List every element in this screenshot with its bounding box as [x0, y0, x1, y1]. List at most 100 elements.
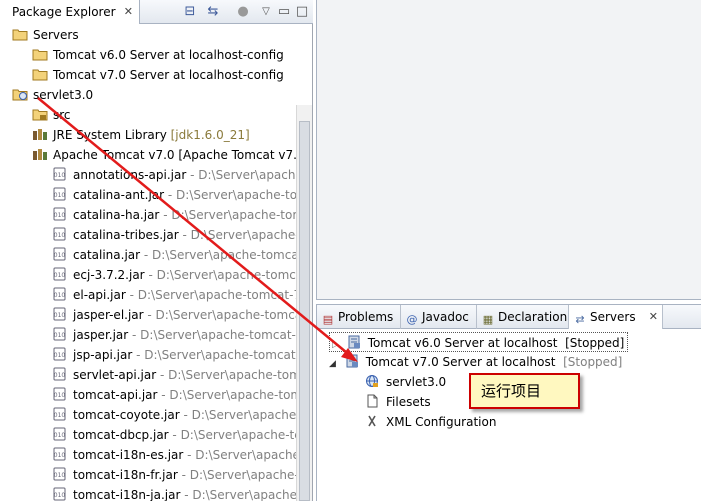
problems-icon: ▤: [322, 313, 334, 326]
tree-item[interactable]: Tomcat v7.0 Server at localhost-config: [32, 65, 284, 85]
server-status: [Stopped]: [565, 336, 625, 350]
tree-item[interactable]: 010 ecj-3.7.2.jar - D:\Server\apache-tomc…: [52, 265, 296, 285]
folder-icon: [32, 47, 48, 61]
package-explorer-tree: Servers Tomcat v6.0 Server at localhost-c…: [0, 25, 296, 501]
tab-declaration[interactable]: ▦ Declaration: [477, 305, 569, 329]
tree-item-detail: - D:\Server\apache-tomca: [143, 308, 296, 322]
tree-item[interactable]: 010 jsp-api.jar - D:\Server\apache-tomcat…: [52, 345, 296, 365]
svg-text:010: 010: [54, 452, 66, 459]
tree-item-label: catalina-ha.jar: [73, 208, 160, 222]
server-child-xml-configuration[interactable]: XML Configuration: [365, 412, 496, 432]
view-menu-icon[interactable]: ▽: [258, 4, 274, 20]
tree-item[interactable]: 010 tomcat-i18n-ja.jar - D:\Server\apache…: [52, 485, 296, 501]
server-child-filesets[interactable]: Filesets: [365, 392, 431, 412]
tree-item-label: catalina-ant.jar: [73, 188, 165, 202]
tree-item[interactable]: 010 annotations-api.jar - D:\Server\apach…: [52, 165, 296, 185]
tree-item-label: JRE System Library: [53, 128, 167, 142]
expand-arrow-icon[interactable]: ▷: [332, 340, 339, 350]
tab-label: Problems: [338, 310, 394, 324]
tree-item-detail: - D:\Server\apache-tc: [168, 428, 296, 442]
link-with-editor-icon[interactable]: ⇆: [205, 4, 221, 20]
package-explorer-tab[interactable]: Package Explorer ✕: [0, 0, 140, 24]
servers-tree: ▷ Tomcat v6.0 Server at localhost [Stopp…: [317, 330, 701, 501]
tree-item[interactable]: 010 tomcat-coyote.jar - D:\Server\apache-: [52, 405, 296, 425]
tree-item[interactable]: servlet3.0: [12, 85, 93, 105]
jar-icon: 010: [52, 167, 68, 181]
tree-item[interactable]: JRE System Library [jdk1.6.0_21]: [32, 125, 250, 145]
tree-item[interactable]: src: [32, 105, 71, 125]
package-explorer-view: Package Explorer ✕ ⊟ ⇆ ● ▽ ▭ □ Servers To…: [0, 0, 313, 501]
package-explorer-tabbar: Package Explorer ✕ ⊟ ⇆ ● ▽ ▭ □: [0, 0, 313, 24]
svg-text:010: 010: [54, 272, 66, 279]
tree-item[interactable]: 010 catalina-tribes.jar - D:\Server\apach…: [52, 225, 296, 245]
tree-item[interactable]: Servers: [12, 25, 79, 45]
tree-item[interactable]: 010 tomcat-i18n-fr.jar - D:\Server\apache…: [52, 465, 296, 485]
svg-text:010: 010: [54, 492, 66, 499]
svg-text:010: 010: [54, 172, 66, 179]
jar-icon: 010: [52, 427, 68, 441]
jar-icon: 010: [52, 327, 68, 341]
server-status: [Stopped]: [563, 355, 623, 369]
declaration-icon: ▦: [482, 313, 494, 326]
tree-item-label: tomcat-dbcp.jar: [73, 428, 169, 442]
tree-item[interactable]: Apache Tomcat v7.0 [Apache Tomcat v7.0: [32, 145, 296, 165]
tree-item-label: tomcat-i18n-fr.jar: [73, 468, 178, 482]
folder-icon: [32, 67, 48, 81]
collapse-all-icon[interactable]: ⊟: [182, 4, 198, 20]
tree-item[interactable]: Tomcat v6.0 Server at localhost-config: [32, 45, 284, 65]
tab-label: Servers: [590, 310, 636, 324]
jar-icon: 010: [52, 227, 68, 241]
web-module-icon: [365, 374, 381, 388]
vertical-scrollbar[interactable]: [296, 105, 312, 501]
tree-item[interactable]: 010 tomcat-api.jar - D:\Server\apache-tom: [52, 385, 296, 405]
servers-icon: ⇄: [575, 313, 585, 326]
tree-item-label: ecj-3.7.2.jar: [73, 268, 145, 282]
javadoc-icon: @: [406, 313, 418, 326]
scrollbar-thumb[interactable]: [299, 121, 310, 501]
views-tabbar: ▤ Problems @ Javadoc ▦ Declaration ⇄ Servers…: [317, 305, 701, 329]
tree-item[interactable]: 010 catalina-ha.jar - D:\Server\apache-to…: [52, 205, 296, 225]
child-label: XML Configuration: [386, 415, 497, 429]
tree-item[interactable]: 010 el-api.jar - D:\Server\apache-tomcat-…: [52, 285, 296, 305]
tree-item[interactable]: 010 tomcat-i18n-es.jar - D:\Server\apache…: [52, 445, 296, 465]
tree-item-detail: - D:\Server\apache-tomcat: [140, 248, 296, 262]
close-icon[interactable]: ✕: [649, 305, 658, 329]
tree-item-label: Servers: [33, 28, 79, 42]
tree-item[interactable]: 010 servlet-api.jar - D:\Server\apache-to…: [52, 365, 296, 385]
minimize-icon[interactable]: ▭: [276, 4, 292, 20]
jar-icon: 010: [52, 287, 68, 301]
svg-text:010: 010: [54, 192, 66, 199]
filter-icon[interactable]: ●: [235, 4, 251, 20]
tab-javadoc[interactable]: @ Javadoc: [401, 305, 477, 329]
tree-item[interactable]: 010 tomcat-dbcp.jar - D:\Server\apache-tc: [52, 425, 296, 445]
tab-servers[interactable]: ⇄ Servers ✕: [569, 305, 663, 329]
xml-config-icon: [365, 414, 381, 428]
jar-icon: 010: [52, 387, 68, 401]
svg-text:010: 010: [54, 292, 66, 299]
tree-item[interactable]: 010 catalina.jar - D:\Server\apache-tomca…: [52, 245, 296, 265]
tree-item-label: tomcat-i18n-ja.jar: [73, 488, 181, 501]
tree-item[interactable]: 010 jasper.jar - D:\Server\apache-tomcat-…: [52, 325, 296, 345]
maximize-icon[interactable]: □: [294, 4, 310, 20]
server-child-servlet[interactable]: servlet3.0: [365, 372, 446, 392]
svg-text:010: 010: [54, 372, 66, 379]
tree-item-detail: - D:\Server\apache-: [179, 408, 296, 422]
server-icon: [347, 335, 363, 349]
collapse-arrow-icon[interactable]: ◢: [329, 359, 336, 369]
tree-item-detail: - D:\Server\apache-: [183, 448, 296, 462]
library-icon: [32, 127, 48, 141]
source-folder-icon: [32, 107, 48, 121]
server-row-tomcat6[interactable]: ▷ Tomcat v6.0 Server at localhost [Stopp…: [329, 332, 629, 352]
tree-item-label: tomcat-api.jar: [73, 388, 158, 402]
tree-item-detail: - D:\Server\apache-: [180, 488, 296, 501]
tab-problems[interactable]: ▤ Problems: [317, 305, 401, 329]
tree-item[interactable]: 010 jasper-el.jar - D:\Server\apache-tomc…: [52, 305, 296, 325]
tree-item-detail: - D:\Server\apache-tomcat: [144, 268, 296, 282]
tree-item-label: jsp-api.jar: [73, 348, 133, 362]
tree-item-label: annotations-api.jar: [73, 168, 187, 182]
jar-icon: 010: [52, 347, 68, 361]
close-icon[interactable]: ✕: [124, 0, 133, 24]
tree-item[interactable]: 010 catalina-ant.jar - D:\Server\apache-t…: [52, 185, 296, 205]
server-row-tomcat7[interactable]: ◢ Tomcat v7.0 Server at localhost [Stopp…: [329, 352, 622, 372]
jar-icon: 010: [52, 367, 68, 381]
